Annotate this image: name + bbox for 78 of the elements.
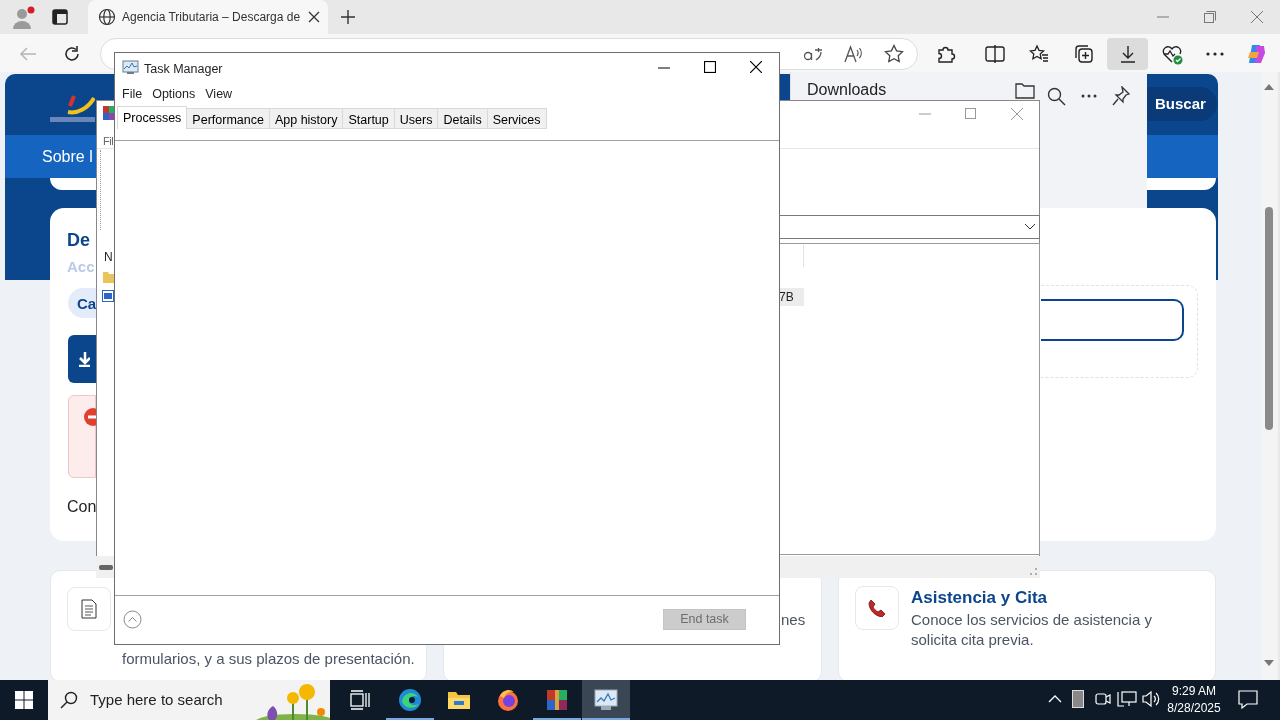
search-input[interactable] [1041,299,1184,341]
notifications-icon[interactable] [1238,690,1258,709]
category-chip[interactable]: Ca [68,288,96,318]
search-icon [60,691,78,709]
search-icon[interactable] [1047,87,1066,106]
network-icon[interactable] [1117,690,1137,708]
browser-tab[interactable]: Agencia Tributaria – Descarga de [88,0,328,34]
tab-actions-icon[interactable] [52,9,68,25]
card-title[interactable]: Asistencia y Cita [911,585,1048,611]
card-text: nes [781,610,806,630]
tab[interactable]: Startup [343,108,395,129]
phone-icon [855,586,899,630]
folder-icon[interactable] [1015,81,1035,99]
file-icon [102,290,114,302]
search-input-field[interactable]: Type here to search [90,688,240,712]
download-icon [78,351,90,367]
column-header[interactable]: N [104,248,113,266]
restore-icon[interactable] [1204,11,1216,23]
close-icon[interactable] [308,11,320,23]
menu-item[interactable]: Fil [103,133,114,150]
scrollbar-thumb[interactable] [1265,207,1273,430]
downloads-button[interactable] [1107,38,1148,70]
menu-item[interactable]: File [122,85,143,104]
collections-icon[interactable] [1074,44,1094,64]
favorites-icon[interactable] [1029,44,1049,64]
split-screen-icon[interactable] [985,44,1005,64]
clock[interactable]: 9:29 AM 8/28/2025 [1160,683,1228,717]
profile-icon[interactable] [10,5,36,31]
search-button[interactable]: Buscar [1147,87,1217,121]
more-icon[interactable] [1081,94,1097,98]
table-cell: 7B [779,288,804,306]
expand-icon[interactable] [123,610,142,629]
translate-icon[interactable] [803,45,823,63]
copilot-icon[interactable] [1246,43,1268,65]
path-dropdown[interactable] [779,215,1040,239]
read-aloud-icon[interactable] [843,44,863,64]
scrollbar-thumb[interactable] [99,565,113,570]
tab[interactable]: Details [438,108,488,129]
window-title: Task Manager [144,61,223,78]
body-text: Con [67,497,97,517]
more-icon[interactable] [1205,52,1225,56]
tab[interactable]: Users [394,108,439,129]
tab[interactable]: Performance [187,108,270,129]
new-tab-icon[interactable] [340,9,356,25]
card-text: Conoce los servicios de asistencia y solicita cita previa. [911,610,1153,650]
close-icon[interactable] [750,61,762,73]
task-manager-icon [122,60,139,75]
refresh-icon[interactable] [63,45,81,63]
task-manager-icon[interactable] [582,680,630,720]
menu-item[interactable]: Options [152,85,196,104]
resize-grip-icon[interactable] [1029,567,1038,576]
search-bar [1147,178,1216,190]
nav-link[interactable]: Sobre l [42,145,93,169]
section-subheading: Acc [67,257,95,277]
chevron-up-icon[interactable] [1048,694,1062,703]
tab[interactable]: Services [487,108,547,129]
start-icon[interactable] [15,691,33,709]
health-check-icon[interactable] [1161,43,1183,65]
scroll-down-icon[interactable] [1264,660,1274,667]
tab[interactable]: Processes [117,106,188,129]
tab[interactable]: App history [269,108,344,129]
panel-title: Downloads [807,80,887,99]
globe-icon [98,8,116,26]
section-heading: De [67,229,90,252]
pin-icon[interactable] [1112,86,1130,106]
document-icon [67,587,111,631]
card-text: formularios, y a sus plazos de presentación. [122,649,415,669]
favorite-star-icon[interactable] [884,44,904,64]
taskbar-search-box[interactable]: Type here to search [48,680,330,720]
puzzle-icon[interactable] [936,44,956,64]
download-button[interactable] [68,335,96,383]
battery-icon[interactable] [1072,690,1084,708]
volume-icon[interactable] [1142,690,1160,708]
camera-icon[interactable] [1095,690,1111,708]
chevron-down-icon[interactable] [1025,224,1035,230]
maximize-icon[interactable] [704,61,716,73]
scroll-up-icon[interactable] [1264,83,1274,90]
menu-item[interactable]: View [205,85,233,104]
